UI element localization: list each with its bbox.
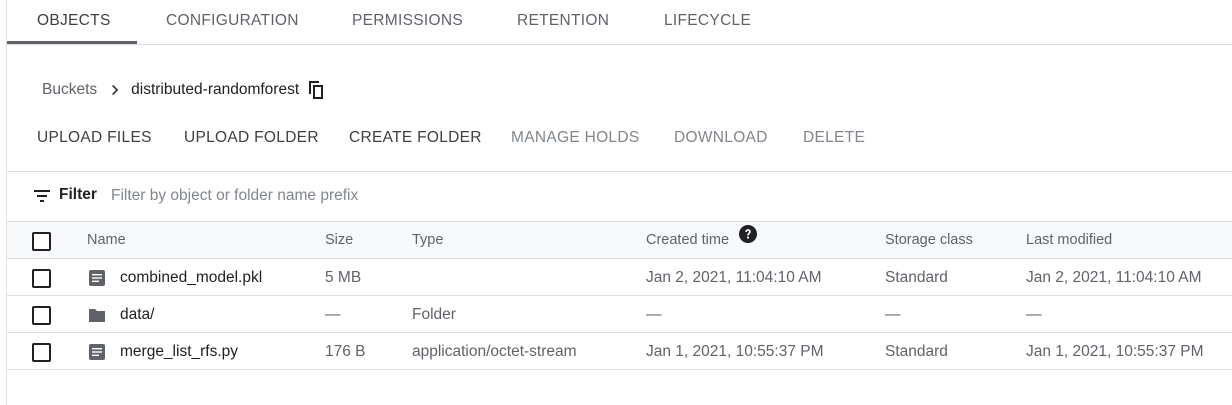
file-icon	[87, 342, 107, 362]
filter-input[interactable]	[111, 182, 611, 210]
select-all-checkbox[interactable]	[32, 232, 51, 251]
object-created-time: Jan 2, 2021, 11:04:10 AM	[646, 269, 822, 286]
column-header-name[interactable]: Name	[87, 222, 126, 259]
column-header-storage-class[interactable]: Storage class	[885, 222, 973, 259]
delete-button[interactable]: DELETE	[803, 120, 865, 156]
upload-files-button[interactable]: UPLOAD FILES	[37, 120, 152, 156]
object-actions-toolbar: UPLOAD FILES UPLOAD FOLDER CREATE FOLDER…	[0, 120, 1232, 156]
filter-list-icon[interactable]	[33, 187, 51, 205]
filter-bar: Filter	[7, 171, 1232, 222]
object-name-cell: data/	[87, 296, 154, 333]
breadcrumb: Buckets distributed-randomforest	[42, 78, 328, 102]
chevron-right-icon	[103, 78, 125, 102]
table-header-row: Name Size Type Created time Storage clas…	[7, 222, 1232, 259]
objects-table: Name Size Type Created time Storage clas…	[7, 222, 1232, 370]
tab-permissions[interactable]: PERMISSIONS	[352, 0, 463, 44]
object-storage-class: Standard	[885, 343, 948, 360]
filter-label: Filter	[59, 186, 97, 203]
download-button[interactable]: DOWNLOAD	[674, 120, 768, 156]
table-row: data/ — Folder — — —	[7, 296, 1232, 333]
object-created-time: —	[646, 306, 662, 323]
tab-configuration[interactable]: CONFIGURATION	[166, 0, 299, 44]
create-folder-button[interactable]: CREATE FOLDER	[349, 120, 482, 156]
breadcrumb-buckets-link[interactable]: Buckets	[42, 81, 97, 99]
object-type: Folder	[412, 306, 456, 323]
upload-folder-button[interactable]: UPLOAD FOLDER	[184, 120, 319, 156]
object-last-modified: Jan 2, 2021, 11:04:10 AM	[1026, 269, 1202, 286]
column-header-type[interactable]: Type	[412, 222, 443, 259]
row-checkbox[interactable]	[32, 269, 51, 288]
object-name-link[interactable]: merge_list_rfs.py	[120, 333, 238, 370]
copy-icon[interactable]	[304, 78, 328, 102]
file-icon	[87, 268, 107, 288]
object-size: —	[325, 306, 341, 323]
folder-icon	[87, 305, 107, 325]
tab-lifecycle[interactable]: LIFECYCLE	[664, 0, 751, 44]
table-row: merge_list_rfs.py 176 B application/octe…	[7, 333, 1232, 370]
object-size: 176 B	[325, 343, 366, 360]
bucket-tabs: OBJECTS CONFIGURATION PERMISSIONS RETENT…	[7, 0, 1232, 45]
column-header-created[interactable]: Created time	[646, 221, 758, 259]
table-row: combined_model.pkl 5 MB Jan 2, 2021, 11:…	[7, 259, 1232, 296]
active-tab-indicator	[7, 41, 137, 44]
manage-holds-button[interactable]: MANAGE HOLDS	[511, 120, 640, 156]
tab-retention[interactable]: RETENTION	[517, 0, 609, 44]
help-icon[interactable]	[739, 221, 758, 257]
row-checkbox[interactable]	[32, 343, 51, 362]
object-type: application/octet-stream	[412, 343, 577, 360]
object-storage-class: —	[885, 306, 901, 323]
object-name-link[interactable]: data/	[120, 296, 154, 333]
object-size: 5 MB	[325, 269, 362, 286]
row-checkbox[interactable]	[32, 306, 51, 325]
tab-objects[interactable]: OBJECTS	[37, 0, 111, 44]
column-header-last-modified[interactable]: Last modified	[1026, 222, 1112, 259]
object-name-cell: merge_list_rfs.py	[87, 333, 238, 370]
column-header-size[interactable]: Size	[325, 222, 353, 259]
object-storage-class: Standard	[885, 269, 948, 286]
column-header-created-label: Created time	[646, 232, 730, 248]
object-name-link[interactable]: combined_model.pkl	[120, 259, 262, 296]
object-last-modified: Jan 1, 2021, 10:55:37 PM	[1026, 343, 1204, 360]
breadcrumb-current-bucket: distributed-randomforest	[131, 81, 300, 98]
object-name-cell: combined_model.pkl	[87, 259, 262, 296]
object-created-time: Jan 1, 2021, 10:55:37 PM	[646, 343, 824, 360]
object-last-modified: —	[1026, 306, 1042, 323]
